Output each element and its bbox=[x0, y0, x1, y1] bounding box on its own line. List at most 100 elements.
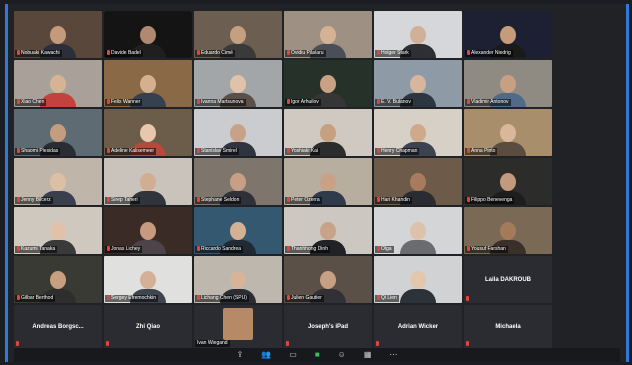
participant-name-text: Shaomi Plesidas bbox=[21, 148, 59, 154]
video-tile[interactable]: Sirep Taheri bbox=[104, 158, 192, 205]
participant-head bbox=[230, 75, 246, 93]
zoom-window: Nobuaki Kawachi Davide Badel Eduardo Cimé O… bbox=[5, 4, 629, 362]
participant-name: Igor Arhuilov bbox=[285, 99, 321, 106]
participant-name: Felix Wanner bbox=[105, 99, 143, 106]
muted-mic-icon bbox=[107, 246, 110, 251]
muted-mic-icon bbox=[107, 197, 110, 202]
video-tile[interactable]: Gilbar Berthod bbox=[14, 256, 102, 303]
participant-head bbox=[140, 75, 156, 93]
video-tile[interactable]: Sergey Efremochkin bbox=[104, 256, 192, 303]
video-tile[interactable]: Adeline Kalisemeer bbox=[104, 109, 192, 156]
participant-name: Adeline Kalisemeer bbox=[105, 148, 157, 155]
participant-name: Lichang Chen (SPU) bbox=[195, 295, 249, 302]
chat-icon[interactable]: ▭ bbox=[289, 350, 297, 360]
video-tile[interactable]: Holger Stark bbox=[374, 11, 462, 58]
participant-head bbox=[50, 173, 66, 191]
video-tile[interactable]: Filippo Benevenga bbox=[464, 158, 552, 205]
profile-photo bbox=[223, 308, 253, 340]
video-tile[interactable]: Hari Khandin bbox=[374, 158, 462, 205]
participant-name-center: Zhi Qiao bbox=[136, 323, 160, 330]
participant-name-text: Qi Lien bbox=[381, 295, 397, 301]
muted-mic-icon bbox=[17, 197, 20, 202]
video-tile[interactable]: Yoshiaki Kai bbox=[284, 109, 372, 156]
muted-mic-icon bbox=[197, 197, 200, 202]
participant-name: Ovidiu Pâslaru bbox=[285, 50, 326, 57]
participant-head bbox=[320, 173, 336, 191]
share-icon[interactable]: ⇪ bbox=[237, 350, 244, 360]
muted-mic-icon bbox=[107, 148, 110, 153]
name-tile[interactable]: Zhi Qiao bbox=[104, 305, 192, 348]
video-tile[interactable]: Lichang Chen (SPU) bbox=[194, 256, 282, 303]
participant-name-text: Peter Ozerra bbox=[291, 197, 320, 203]
video-tile[interactable]: Ovidiu Pâslaru bbox=[284, 11, 372, 58]
video-tile[interactable]: Henry Chapman bbox=[374, 109, 462, 156]
reactions-icon[interactable]: ☺ bbox=[338, 350, 346, 360]
video-tile[interactable]: Anna Pinto bbox=[464, 109, 552, 156]
participant-name-text: Filippo Benevenga bbox=[471, 197, 513, 203]
participant-name: Gilbar Berthod bbox=[15, 295, 56, 302]
muted-mic-icon bbox=[197, 246, 200, 251]
video-tile[interactable]: Thanhhong Dinh bbox=[284, 207, 372, 254]
participants-icon[interactable]: 👥 bbox=[261, 350, 271, 360]
participant-name-text: Eduardo Cimé bbox=[201, 50, 233, 56]
video-tile[interactable]: Peter Ozerra bbox=[284, 158, 372, 205]
participant-name: Davide Badel bbox=[105, 50, 143, 57]
participant-name: Stanislav Smirel bbox=[195, 148, 239, 155]
apps-icon[interactable]: ▦ bbox=[364, 350, 372, 360]
participant-name: Yoshiaki Kai bbox=[285, 148, 321, 155]
video-tile[interactable]: Olga bbox=[374, 207, 462, 254]
video-tile[interactable]: Julien Gautier bbox=[284, 256, 372, 303]
muted-mic-icon bbox=[286, 341, 289, 346]
video-tile[interactable]: Eduardo Cimé bbox=[194, 11, 282, 58]
video-tile[interactable]: Igor Arhuilov bbox=[284, 60, 372, 107]
video-tile[interactable]: Ivan Wiegand bbox=[194, 305, 282, 348]
participant-head bbox=[410, 75, 426, 93]
video-tile[interactable]: Nobuaki Kawachi bbox=[14, 11, 102, 58]
muted-mic-icon bbox=[107, 50, 110, 55]
participant-name: Alexander Niedrig bbox=[465, 50, 513, 57]
video-tile[interactable]: Shaomi Plesidas bbox=[14, 109, 102, 156]
video-tile[interactable]: Stephane Seldon bbox=[194, 158, 282, 205]
participant-head bbox=[500, 124, 516, 142]
video-tile[interactable]: Xiao Chen bbox=[14, 60, 102, 107]
video-tile[interactable]: Stanislav Smirel bbox=[194, 109, 282, 156]
name-tile[interactable]: Laila DAKROUB bbox=[464, 256, 552, 303]
participant-head bbox=[410, 173, 426, 191]
muted-mic-icon bbox=[377, 246, 380, 251]
video-tile[interactable]: Alexander Niedrig bbox=[464, 11, 552, 58]
video-tile[interactable]: Kazumi Tanaka bbox=[14, 207, 102, 254]
participant-head bbox=[230, 222, 246, 240]
participant-head bbox=[500, 222, 516, 240]
muted-mic-icon bbox=[106, 341, 109, 346]
muted-mic-icon bbox=[197, 148, 200, 153]
participant-name-text: Riccardo Sandrea bbox=[201, 246, 242, 252]
video-tile[interactable]: E. V. Bulanov bbox=[374, 60, 462, 107]
participant-name-text: Henry Chapman bbox=[381, 148, 418, 154]
video-tile[interactable]: Qi Lien bbox=[374, 256, 462, 303]
video-tile[interactable]: Felix Wanner bbox=[104, 60, 192, 107]
name-tile[interactable]: Michaela bbox=[464, 305, 552, 348]
name-tile[interactable]: Andreas Borgsc... bbox=[14, 305, 102, 348]
participant-head bbox=[410, 271, 426, 289]
record-icon[interactable]: ■ bbox=[315, 350, 320, 360]
participant-name-text: Davide Badel bbox=[111, 50, 141, 56]
name-tile[interactable]: Adrian Wicker bbox=[374, 305, 462, 348]
video-tile[interactable]: Riccardo Sandrea bbox=[194, 207, 282, 254]
participant-name: Kazumi Tanaka bbox=[15, 246, 58, 253]
name-tile[interactable]: Joseph's iPad bbox=[284, 305, 372, 348]
video-tile[interactable]: Jenny Bilcerz bbox=[14, 158, 102, 205]
video-tile[interactable]: Davide Badel bbox=[104, 11, 192, 58]
participant-name-text: Vladimir Antonov bbox=[471, 99, 509, 105]
participant-name: Peter Ozerra bbox=[285, 197, 322, 204]
participant-head bbox=[50, 75, 66, 93]
participant-name-text: Alexander Niedrig bbox=[471, 50, 511, 56]
more-icon[interactable]: ⋯ bbox=[389, 350, 397, 360]
video-tile[interactable]: Vladimir Antonov bbox=[464, 60, 552, 107]
participant-name-text: Olga bbox=[381, 246, 392, 252]
participant-name-text: Hari Khandin bbox=[381, 197, 410, 203]
participant-name: Eduardo Cimé bbox=[195, 50, 235, 57]
video-tile[interactable]: Ivanna Martsunova bbox=[194, 60, 282, 107]
participant-name-text: Igor Arhuilov bbox=[291, 99, 319, 105]
video-tile[interactable]: Yousuf Farshan bbox=[464, 207, 552, 254]
video-tile[interactable]: Jonas Lichey bbox=[104, 207, 192, 254]
